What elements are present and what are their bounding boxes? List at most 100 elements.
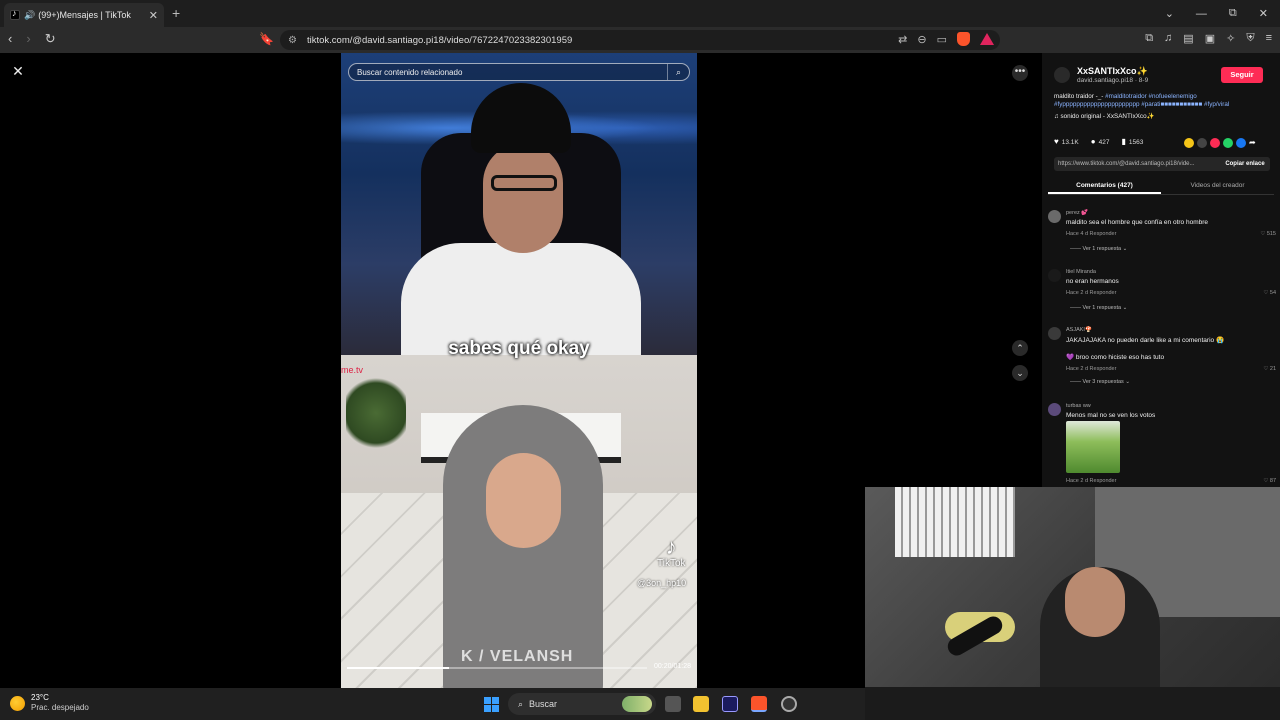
tab-creator-videos[interactable]: Videos del creador [1161,179,1274,194]
more-share-icon[interactable]: ➦ [1249,138,1259,148]
start-tile [484,705,491,712]
vpn-icon[interactable]: ⛨ [1246,32,1254,45]
comment-avatar[interactable] [1048,403,1061,416]
comment-user[interactable]: turbas ww [1066,403,1091,409]
comment-avatar[interactable] [1048,269,1061,282]
comment-avatar[interactable] [1048,210,1061,223]
video-link-text: https://www.tiktok.com/@david.santiago.p… [1058,161,1195,167]
reload-icon[interactable]: ↻ [45,31,56,47]
menu-icon[interactable]: ≡ [1266,32,1272,45]
save-stat[interactable]: ▮ 1563 [1121,137,1143,146]
site-settings-icon[interactable]: ⚙ [288,35,297,46]
previous-video-icon[interactable]: ⌃ [1012,340,1028,356]
video-player[interactable]: sabes qué okay me.tv ♪ TikTok @3on_hp10 … [341,53,697,688]
comment-user[interactable]: perez 💕 [1066,210,1088,216]
search-icon[interactable]: ⌕ [667,64,689,80]
comment-user[interactable]: ASJAKI🍄 [1066,327,1092,333]
comment-item: turbas ww Menos mal no se ven los votos … [1048,403,1276,488]
view-replies-button[interactable]: —— Ver 3 respuestas ⌄ [1070,379,1130,385]
minimize-button[interactable]: — [1196,8,1207,20]
forward-icon[interactable]: › [26,31,30,47]
comment-meta[interactable]: Hace 2 d Responder [1066,290,1116,296]
share-icons: ➦ [1184,138,1259,148]
wallet-icon[interactable]: ▣ [1205,32,1215,45]
repost-share-icon[interactable] [1210,138,1220,148]
sidebar-icon[interactable]: ▤ [1183,32,1193,45]
comment-like[interactable]: ♡ 21 [1263,366,1276,372]
start-button[interactable] [484,697,499,712]
media-icon[interactable]: ♫ [1164,32,1172,45]
restore-button[interactable]: ⧉ [1229,7,1237,20]
leo-icon[interactable]: ✧ [1226,32,1235,45]
close-video-icon[interactable]: ✕ [10,63,26,79]
brave-shields-icon[interactable] [957,32,970,46]
translate-icon[interactable]: ⇄ [898,33,907,46]
bookmark-icon[interactable]: 🔖 [259,32,274,46]
url-text: tiktok.com/@david.santiago.pi18/video/76… [306,34,573,46]
comment-text: Menos mal no se ven los votos [1066,412,1156,419]
weather-widget[interactable]: 23°C Prac. despejado [10,693,89,713]
start-tile [492,705,499,712]
search-highlight-image [622,696,652,712]
comment-like[interactable]: ♡ 515 [1260,231,1276,237]
back-icon[interactable]: ‹ [8,31,12,47]
taskbar-search[interactable]: ⌕ Buscar [508,693,656,715]
browser-tab[interactable]: 🔊 (99+)Mensajes | TikTok ✕ [4,3,164,27]
zoom-icon[interactable]: ⊖ [917,33,926,46]
search-icon: ⌕ [518,699,524,709]
tab-strip: 🔊 (99+)Mensajes | TikTok ✕ + ⌄ — ⧉ ✕ [0,0,1280,27]
author-avatar[interactable] [1054,67,1070,83]
comment-like[interactable]: ♡ 87 [1263,478,1276,484]
close-window-button[interactable]: ✕ [1259,7,1268,20]
weather-temp: 23°C [31,693,49,702]
file-explorer-icon[interactable] [693,696,709,712]
task-view-icon[interactable] [665,696,681,712]
address-bar[interactable]: ⚙ tiktok.com/@david.santiago.pi18/video/… [280,30,1000,50]
comment-meta[interactable]: Hace 4 d Responder [1066,231,1116,237]
brave-rewards-icon[interactable] [980,33,994,45]
like-stat[interactable]: ♥ 13.1K [1054,137,1079,146]
video-link-field[interactable]: https://www.tiktok.com/@david.santiago.p… [1054,157,1270,171]
like-count: 13.1K [1061,139,1079,146]
copy-link-button[interactable]: Copiar enlace [1220,157,1270,171]
more-options-icon[interactable]: ••• [1012,65,1028,81]
embed-share-icon[interactable] [1197,138,1207,148]
window-blinds [895,487,1015,557]
new-tab-button[interactable]: + [172,5,180,21]
speaker-icon[interactable]: 🔊 [24,10,35,21]
tab-close-icon[interactable]: ✕ [149,9,158,22]
next-video-icon[interactable]: ⌄ [1012,365,1028,381]
bookmark-save-icon: ▮ [1121,137,1126,146]
comment-like[interactable]: ♡ 54 [1263,290,1276,296]
comment-user[interactable]: Itiel Miranda [1066,269,1096,275]
follow-button[interactable]: Seguir [1221,67,1263,83]
brave-browser-icon[interactable] [751,696,767,712]
extensions-icon[interactable]: ⧉ [1145,32,1153,45]
nav-buttons: ‹ › ↻ [8,31,56,47]
emoji-share-icon[interactable] [1184,138,1194,148]
sound-link[interactable]: ♫ sonido original - XxSANTIxXco✨ [1054,112,1154,120]
tab-search-button[interactable]: ⌄ [1165,7,1174,20]
author-name[interactable]: XxSANTIxXco✨ [1077,66,1148,77]
comment-stat[interactable]: ● 427 [1091,137,1110,146]
url-actions: ⇄ ⊖ ▭ [898,32,994,46]
cast-icon[interactable]: ▭ [937,33,947,46]
comment-text: no eran hermanos [1066,278,1119,285]
facebook-share-icon[interactable] [1236,138,1246,148]
video-progress-bar[interactable] [347,667,647,669]
comment-meta[interactable]: Hace 2 d Responder [1066,478,1116,484]
comment-meta[interactable]: Hace 2 d Responder [1066,366,1116,372]
meme-image[interactable] [1066,421,1120,473]
view-replies-button[interactable]: —— Ver 1 respuesta ⌄ [1070,246,1127,252]
view-replies-button[interactable]: —— Ver 1 respuesta ⌄ [1070,305,1127,311]
comment-item: perez 💕 maldito sea el hombre que confía… [1048,210,1276,260]
tab-comments[interactable]: Comentarios (427) [1048,179,1161,194]
related-search-input[interactable]: Buscar contenido relacionado ⌕ [348,63,690,81]
premiere-pro-icon[interactable] [722,696,738,712]
plant [346,373,406,453]
glasses [491,175,557,191]
comment-avatar[interactable] [1048,327,1061,340]
obs-icon[interactable] [781,696,797,712]
whatsapp-share-icon[interactable] [1223,138,1233,148]
panel-tabs: Comentarios (427) Videos del creador [1048,179,1274,195]
